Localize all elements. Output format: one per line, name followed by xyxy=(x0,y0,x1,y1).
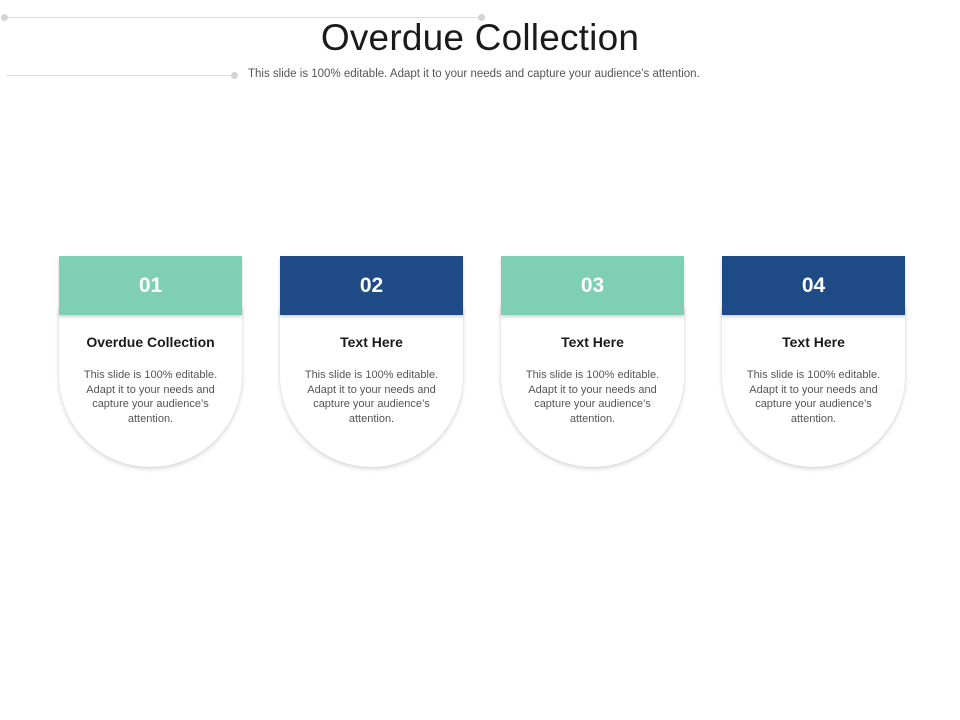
card-title: Text Here xyxy=(782,333,845,350)
card-number-header: 01 xyxy=(59,256,242,315)
card-number-header: 03 xyxy=(501,256,684,315)
card-04: 04 Text Here This slide is 100% editable… xyxy=(722,256,905,467)
card-03: 03 Text Here This slide is 100% editable… xyxy=(501,256,684,467)
card-description: This slide is 100% editable. Adapt it to… xyxy=(746,369,881,425)
card-number-header: 04 xyxy=(722,256,905,315)
subtitle-divider-line xyxy=(6,75,234,76)
card-description: This slide is 100% editable. Adapt it to… xyxy=(525,369,660,425)
card-description: This slide is 100% editable. Adapt it to… xyxy=(304,369,439,425)
page-title: Overdue Collection xyxy=(320,17,640,58)
card-02: 02 Text Here This slide is 100% editable… xyxy=(280,256,463,467)
card-description: This slide is 100% editable. Adapt it to… xyxy=(83,369,218,425)
card-01: 01 Overdue Collection This slide is 100%… xyxy=(59,256,242,467)
card-number-header: 02 xyxy=(280,256,463,315)
card-title: Text Here xyxy=(340,333,403,350)
card-title: Overdue Collection xyxy=(86,333,215,350)
card-title: Text Here xyxy=(561,333,624,350)
subtitle-divider-dot xyxy=(231,72,238,79)
page-subtitle: This slide is 100% editable. Adapt it to… xyxy=(248,68,700,80)
